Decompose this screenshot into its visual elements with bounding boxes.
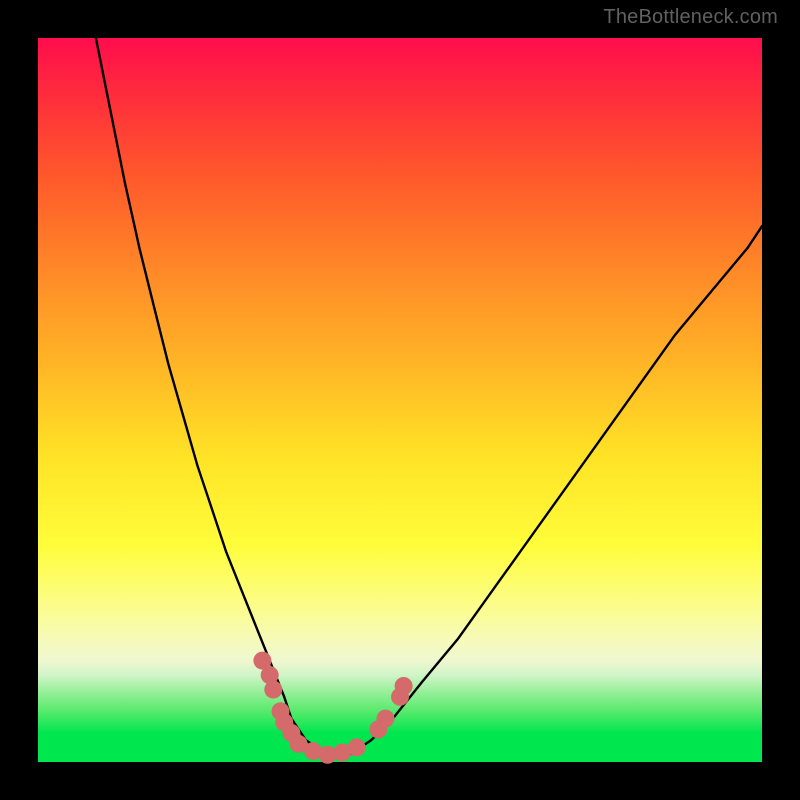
- highlight-markers: [253, 652, 412, 764]
- marker-dot: [377, 710, 395, 728]
- marker-dot: [395, 677, 413, 695]
- chart-container: TheBottleneck.com: [0, 0, 800, 800]
- plot-area: [38, 38, 762, 762]
- chart-svg: [38, 38, 762, 762]
- bottleneck-curve: [96, 38, 762, 755]
- marker-dot: [348, 739, 366, 757]
- attribution-text: TheBottleneck.com: [603, 6, 778, 29]
- marker-dot: [264, 681, 282, 699]
